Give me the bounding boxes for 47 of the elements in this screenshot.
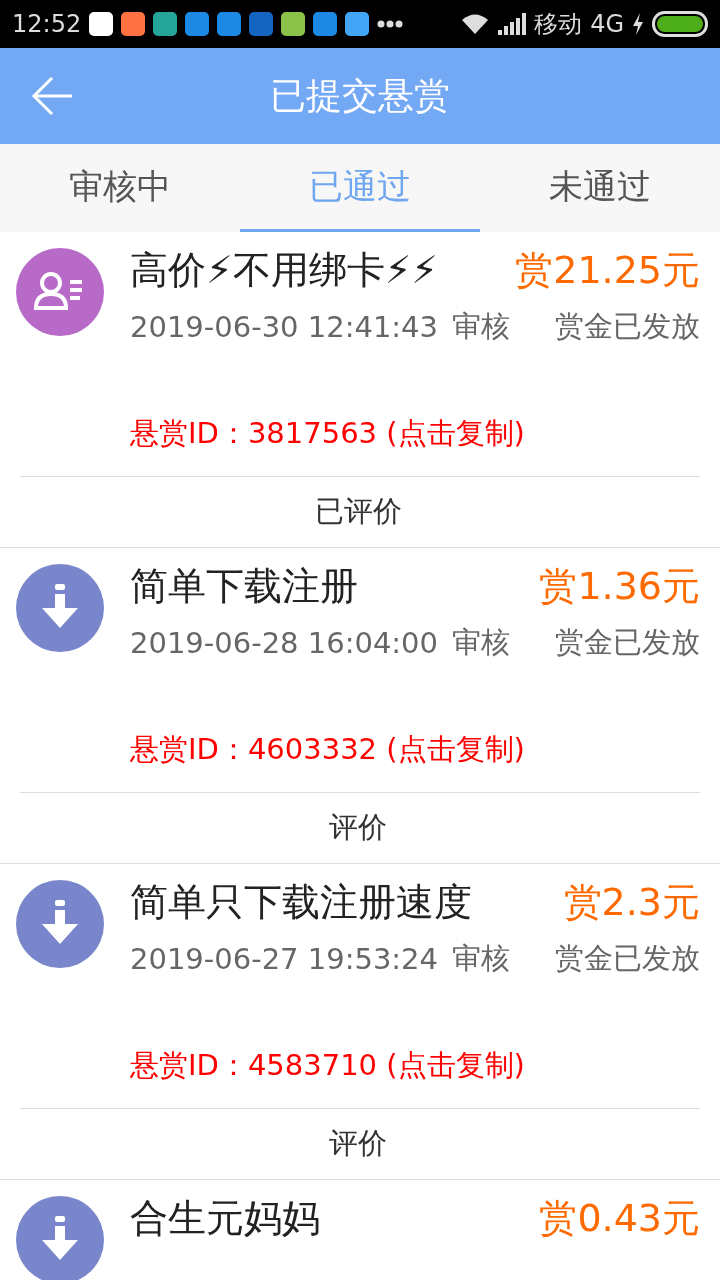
reward-amount: 赏1.36元 [539, 562, 700, 610]
back-icon[interactable] [30, 74, 74, 118]
app-notification-icon [185, 12, 210, 36]
app-notification-icon [89, 12, 114, 36]
page-title: 已提交悬赏 [270, 73, 450, 118]
payout-status: 赏金已发放 [555, 940, 700, 977]
stage-label: 审核 [452, 940, 510, 977]
app-notification-icon [281, 12, 306, 36]
submit-time: 2019-06-28 16:04:00 [130, 626, 438, 660]
submit-time: 2019-06-30 12:41:43 [130, 310, 438, 344]
battery-icon [652, 11, 708, 37]
reward-id-link[interactable]: 悬赏ID：4583710 (点击复制) [130, 1046, 525, 1086]
app-notification-icon [217, 12, 242, 36]
carrier-label: 移动 [534, 9, 583, 40]
signal-icon [498, 13, 527, 35]
stage-label: 审核 [452, 308, 510, 345]
reward-id-link[interactable]: 悬赏ID：4603332 (点击复制) [130, 730, 525, 770]
task-title[interactable]: 高价⚡不用绑卡⚡⚡ [130, 244, 439, 296]
stage-label: 审核 [452, 624, 510, 661]
clock: 12:52 [12, 10, 82, 38]
payout-status: 赏金已发放 [555, 308, 700, 345]
review-button[interactable]: 已评价 [304, 488, 412, 536]
tab[interactable]: 审核中 [0, 144, 240, 232]
more-icon [377, 20, 404, 28]
wifi-icon [460, 12, 491, 36]
reward-amount: 赏2.3元 [563, 878, 700, 926]
reward-amount: 赏0.43元 [539, 1194, 700, 1242]
app-notification-icon [249, 12, 274, 36]
review-button[interactable]: 评价 [319, 1120, 397, 1168]
reward-id-link[interactable]: 悬赏ID：3817563 (点击复制) [130, 414, 525, 454]
tab[interactable]: 未通过 [480, 144, 720, 232]
reward-amount: 赏21.25元 [515, 246, 700, 294]
download-icon [16, 564, 104, 652]
network-label: 4G [590, 10, 624, 38]
task-title[interactable]: 简单只下载注册速度 [130, 876, 472, 928]
download-icon [16, 880, 104, 968]
review-button[interactable]: 评价 [319, 804, 397, 852]
app-notification-icon [313, 12, 338, 36]
task-title[interactable]: 简单下载注册 [130, 560, 358, 612]
profile-card-icon [16, 248, 104, 336]
app-notification-icon [153, 12, 178, 36]
app-notification-icon [121, 12, 146, 36]
task-title[interactable]: 合生元妈妈 [130, 1192, 320, 1244]
app-notification-icon [345, 12, 370, 36]
submit-time: 2019-06-27 19:53:24 [130, 942, 438, 976]
charging-icon [632, 13, 644, 35]
payout-status: 赏金已发放 [555, 624, 700, 661]
